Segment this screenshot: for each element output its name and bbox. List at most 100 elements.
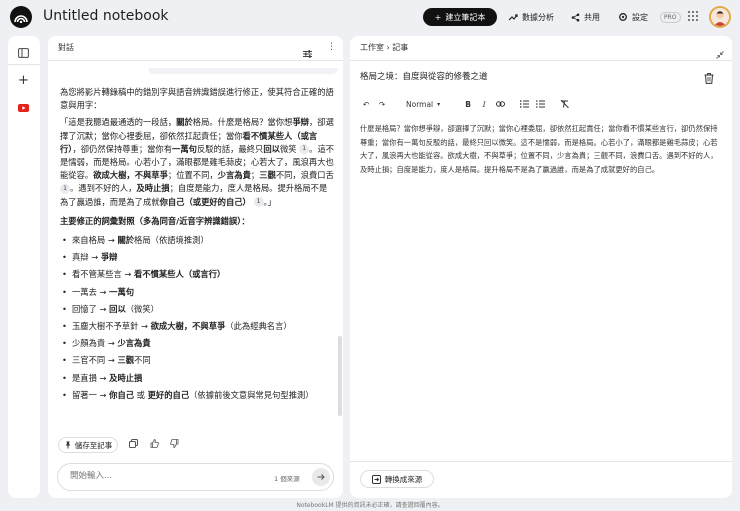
text-style-select[interactable]: Normal	[406, 100, 433, 109]
gear-icon	[619, 13, 627, 21]
correction-from: 留著一	[72, 389, 97, 400]
avatar[interactable]	[709, 6, 731, 28]
correction-or: 或	[134, 389, 148, 400]
correction-to: 回以	[109, 303, 126, 314]
notebook-title[interactable]: Untitled notebook	[43, 8, 169, 24]
left-rail: +	[8, 36, 40, 498]
list-item: 是直損 → 及時止損	[60, 372, 335, 385]
chat-input[interactable]	[70, 471, 250, 481]
source-count: 1 個來源	[274, 475, 300, 483]
corrections-list: 來自格局 → 關於格局（依語境推測） 真辯 → 爭辯看不管某些言 → 看不慣某些人…	[60, 234, 335, 402]
share-label: 共用	[584, 12, 600, 22]
corrections-title-text: 主要修正的詞彙對照（多為同音/近音字辨識錯誤）：	[60, 215, 250, 226]
copy-icon[interactable]	[128, 439, 139, 450]
save-to-note-button[interactable]: 儲存至記事	[58, 437, 118, 453]
response-intro: 為您將影片轉錄稿中的錯別字與語音辨識錯誤進行修正，使其符合正確的語意與用字：	[60, 87, 334, 111]
chevron-down-icon[interactable]: ▾	[437, 101, 440, 108]
convert-to-source-button[interactable]: 轉換成來源	[360, 470, 434, 488]
share-icon	[571, 13, 580, 21]
thumbs-up-icon[interactable]	[149, 439, 160, 450]
list-item: 看不管某些言 → 看不慣某些人（或言行）	[60, 268, 335, 281]
correction-from: 來自格局	[72, 235, 106, 246]
correction-from: 三官不同	[72, 355, 106, 366]
youtube-source-icon[interactable]	[18, 97, 29, 116]
quote-segment: 一萬句	[172, 143, 197, 154]
citation-badge[interactable]: 1	[60, 183, 70, 194]
delete-icon[interactable]	[704, 69, 714, 88]
numbered-list-icon[interactable]	[518, 100, 530, 108]
trending-up-icon	[508, 14, 518, 21]
correction-from: 一萬去	[72, 286, 97, 297]
correction-to-rest: 不同	[134, 355, 151, 366]
clear-format-icon[interactable]	[558, 100, 570, 108]
studio-header-divider	[350, 60, 732, 61]
notebooklm-logo-icon[interactable]	[10, 6, 32, 28]
arrow-icon: →	[105, 355, 118, 366]
quote-segment: ，卻仍然保持尊重；當你有	[72, 143, 173, 154]
create-notebook-button[interactable]: + 建立筆記本	[423, 8, 497, 26]
analytics-button[interactable]: 數據分析	[508, 9, 554, 25]
link-icon[interactable]	[494, 101, 506, 107]
quote-segment: 「這是我聽過最通透的一段話，	[60, 117, 177, 128]
chat-panel: 對話 ⋮ 為您將影片轉錄稿中的錯別字與語音辨識錯誤進行修正，使其符合正確的語意與…	[48, 36, 343, 498]
sidebar-toggle-icon[interactable]	[18, 43, 29, 62]
save-to-note-label: 儲存至記事	[74, 440, 113, 450]
arrow-icon: →	[121, 269, 135, 280]
pin-icon	[65, 441, 71, 449]
share-button[interactable]: 共用	[571, 9, 600, 25]
previous-user-message	[148, 68, 338, 74]
send-button[interactable]	[312, 468, 330, 486]
quote-part-1: 「這是我聽過最通透的一段話，關於格局。什麼是格局？當你想爭辯，卻選擇了沉默；當你…	[60, 117, 334, 153]
rail-divider	[8, 64, 40, 65]
correction-from: 真辯	[72, 252, 89, 263]
analytics-label: 數據分析	[522, 12, 554, 22]
correction-to: 看不慣某些人（或言行）	[134, 269, 226, 280]
chat-scrollbar[interactable]	[338, 336, 342, 416]
arrow-icon: →	[138, 321, 151, 332]
quote-segment: 及時止損	[136, 183, 170, 194]
quote-segment: 爭辯	[292, 117, 309, 128]
arrow-icon: →	[96, 303, 110, 314]
apps-grid-icon[interactable]	[688, 11, 698, 21]
correction-from: 少顏為貴	[72, 338, 106, 349]
arrow-right-icon	[317, 474, 325, 480]
correction-to: 及時止損	[109, 372, 143, 383]
studio-panel: 工作室 › 記事 格局之境：自度與從容的修養之道 ↶ ↷ Normal ▾ B …	[350, 36, 732, 498]
convert-to-source-label: 轉換成來源	[384, 474, 423, 484]
settings-button[interactable]: 設定	[618, 9, 648, 25]
correction-to: 一萬句	[109, 286, 135, 297]
top-bar: Untitled notebook + 建立筆記本 數據分析 共用 設定 PRO	[0, 0, 740, 34]
editor-toolbar: ↶ ↷ Normal ▾ B I	[360, 98, 574, 110]
add-source-icon[interactable]: +	[18, 74, 29, 87]
note-title[interactable]: 格局之境：自度與從容的修養之道	[360, 70, 488, 82]
correction-from: 看不管某些言	[72, 269, 122, 280]
correction-from: 回憶了	[72, 303, 97, 314]
undo-icon[interactable]: ↶	[360, 100, 372, 109]
correction-to: 三觀	[117, 355, 135, 366]
correction-to: 更好的自己	[147, 389, 190, 400]
redo-icon[interactable]: ↷	[376, 100, 388, 109]
note-body[interactable]: 什麼是格局？當你想爭辯，卻選擇了沉默；當你心裡委屈，卻依然扛起責任；當你看不慣某…	[360, 122, 722, 176]
arrow-icon: →	[88, 252, 101, 263]
bold-icon[interactable]: B	[462, 100, 474, 109]
plus-icon: +	[434, 12, 442, 22]
quote-segment: 不同，浪費口舌	[275, 170, 334, 181]
quote-segment: 欲成大樹，不與草爭	[93, 170, 168, 181]
list-item: 回憶了 → 回以（微笑）	[60, 303, 335, 316]
disclaimer-footer: NotebookLM 提供的資訊未必正確，請查證回覆內容。	[296, 502, 444, 509]
quote-segment: 反駁的話，最終只	[196, 143, 264, 154]
quote-end: 。」	[263, 196, 276, 207]
breadcrumb-studio[interactable]: 工作室	[360, 43, 384, 52]
quote-segment: 回以	[263, 143, 280, 154]
citation-badge[interactable]: 1	[253, 197, 264, 208]
list-item: 留著一 → 你自己 或 更好的自己（依據前後文意與常見句型推測）	[60, 389, 335, 402]
arrow-icon: →	[96, 286, 110, 297]
correction-to: 關於	[117, 235, 135, 246]
italic-icon[interactable]: I	[478, 100, 490, 109]
bulleted-list-icon[interactable]	[534, 100, 546, 108]
correction-note: （微笑）	[125, 303, 159, 314]
more-vert-icon[interactable]: ⋮	[327, 42, 336, 52]
thumbs-down-icon[interactable]	[169, 439, 180, 450]
citation-badge[interactable]: 1	[299, 144, 310, 155]
chat-panel-title: 對話	[58, 43, 74, 52]
